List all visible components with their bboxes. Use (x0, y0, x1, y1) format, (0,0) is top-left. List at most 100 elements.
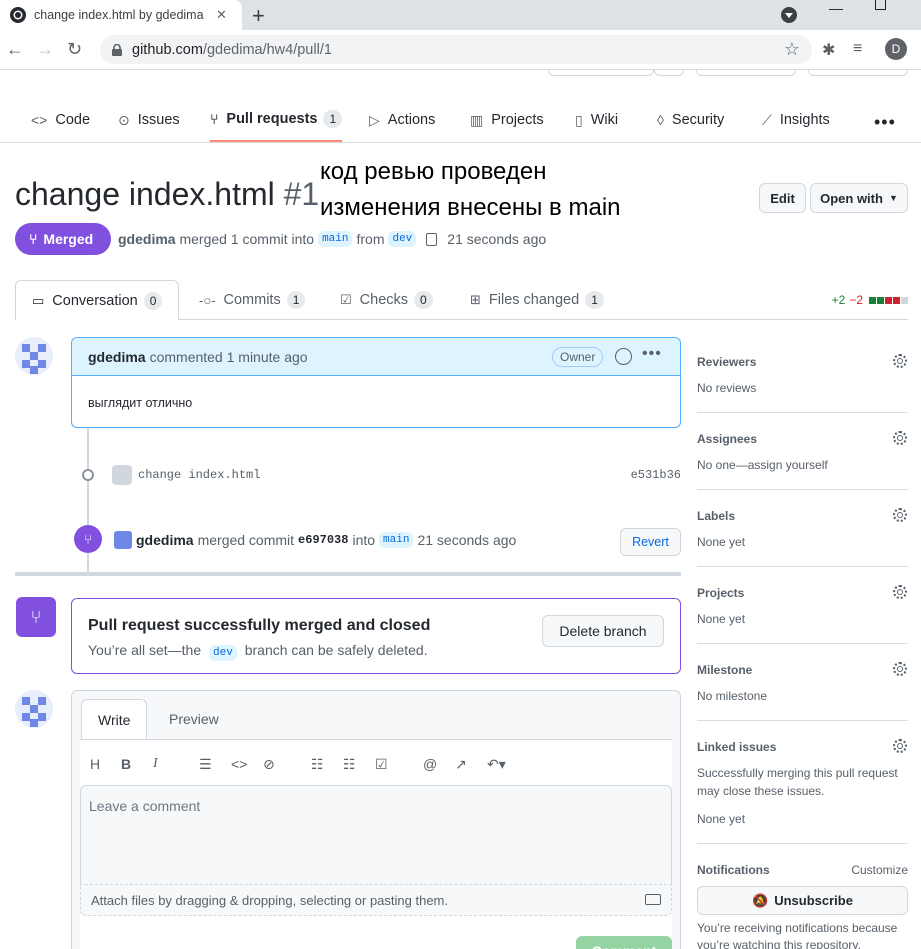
annotation-line-2: изменения внесены в main (320, 194, 621, 221)
minimize-window-icon[interactable]: — (829, 0, 843, 16)
gear-icon[interactable] (893, 354, 907, 368)
merge-target-branch[interactable]: main (379, 532, 414, 548)
extensions-icon[interactable]: ✱ (822, 40, 835, 60)
avatar[interactable] (15, 337, 53, 375)
base-branch[interactable]: main (318, 231, 353, 247)
gear-icon[interactable] (893, 508, 907, 522)
nav-pull-requests[interactable]: ⑂ Pull requests 1 (210, 98, 343, 142)
tab-commits[interactable]: -○- Commits 1 (199, 280, 306, 320)
sidebar-projects-title[interactable]: Projects (697, 586, 744, 600)
customize-link[interactable]: Customize (851, 863, 908, 877)
forward-arrow-icon[interactable]: → (36, 39, 54, 60)
gear-icon[interactable] (893, 739, 907, 753)
code-icon[interactable]: <> (231, 756, 247, 772)
smiley-icon[interactable] (615, 348, 632, 365)
merge-author[interactable]: gdedima (136, 532, 194, 548)
merge-icon: ⑂ (29, 231, 38, 247)
head-branch[interactable]: dev (388, 231, 417, 247)
browser-tab[interactable]: change index.html by gdedima · ✕ (0, 0, 242, 30)
gear-icon[interactable] (893, 585, 907, 599)
nav-code[interactable]: <> Code (31, 98, 90, 142)
new-tab-icon[interactable]: + (252, 3, 265, 29)
nav-actions[interactable]: ▷ Actions (369, 98, 435, 142)
fork-button[interactable] (696, 70, 796, 76)
attach-files-area[interactable]: Attach files by dragging & dropping, sel… (80, 884, 672, 916)
unordered-list-icon[interactable]: ☷ (311, 756, 324, 773)
pr-title-text: change index.html (15, 176, 275, 212)
comment-textarea[interactable]: Leave a comment (80, 785, 672, 885)
sidebar-linked-desc-2: may close these issues. (697, 784, 825, 798)
browser-tab-title: change index.html by gdedima · (34, 8, 206, 22)
comment-submit-button[interactable]: Comment (576, 936, 672, 949)
sidebar-reviewers-title[interactable]: Reviewers (697, 355, 756, 369)
back-arrow-icon[interactable]: ← (6, 39, 24, 60)
revert-button[interactable]: Revert (620, 528, 681, 556)
nav-security[interactable]: ◊ Security (657, 98, 724, 142)
merge-time[interactable]: 21 seconds ago (417, 532, 516, 548)
tab-write[interactable]: Write (81, 699, 148, 740)
sidebar-assignees-title[interactable]: Assignees (697, 432, 757, 446)
comment-author[interactable]: gdedima (88, 349, 146, 365)
bookmark-star-icon[interactable]: ☆ (784, 39, 800, 60)
mention-icon[interactable]: @ (423, 756, 437, 772)
kebab-horizontal-icon[interactable]: ••• (642, 345, 662, 363)
merged-description: You’re all set—the dev branch can be saf… (88, 642, 428, 661)
avatar[interactable] (15, 690, 53, 728)
tab-preview[interactable]: Preview (153, 699, 235, 739)
unsubscribe-button[interactable]: 🔕 Unsubscribe (697, 886, 908, 915)
nav-projects[interactable]: ▥ Projects (470, 98, 544, 142)
sidebar-labels-title[interactable]: Labels (697, 509, 735, 523)
sidebar-linked-issues: Linked issues Successfully merging this … (697, 739, 908, 844)
gear-icon[interactable] (893, 662, 907, 676)
nav-insights[interactable]: ⟋ Insights (762, 98, 830, 142)
profile-avatar[interactable]: D (885, 38, 907, 60)
copy-icon[interactable] (426, 232, 438, 246)
open-with-button[interactable]: Open with ▼ (810, 183, 908, 213)
unsubscribe-label: Unsubscribe (774, 893, 853, 908)
browser-tab-strip: change index.html by gdedima · ✕ + — (0, 0, 921, 30)
comment-editor: Write Preview H B I ☰ <> ⊘ ☷ ☷ ☑ @ ↗ ↶▾ … (71, 690, 681, 949)
heading-icon[interactable]: H (90, 756, 100, 772)
tab-search-icon[interactable] (781, 7, 797, 23)
star-button[interactable] (808, 70, 908, 76)
commit-message-link[interactable]: change index.html (138, 468, 260, 482)
comment-timestamp[interactable]: commented 1 minute ago (150, 349, 308, 365)
merge-commit-sha[interactable]: e697038 (298, 533, 348, 547)
watch-count[interactable] (654, 70, 684, 76)
quote-icon[interactable]: ☰ (199, 756, 212, 773)
commit-sha-link[interactable]: e531b36 (631, 468, 681, 482)
maximize-window-icon[interactable] (875, 0, 886, 10)
edit-button[interactable]: Edit (759, 183, 806, 213)
task-list-icon[interactable]: ☑ (375, 756, 388, 773)
watch-button[interactable] (548, 70, 654, 76)
gear-icon[interactable] (893, 431, 907, 445)
commit-author-avatar[interactable] (112, 465, 132, 485)
reply-icon[interactable]: ↶▾ (487, 756, 506, 773)
sidebar-linked-title[interactable]: Linked issues (697, 740, 776, 754)
tab-conversation[interactable]: ▭ Conversation 0 (15, 280, 180, 321)
ordered-list-icon[interactable]: ☷ (343, 756, 356, 773)
status-badge-label: Merged (43, 231, 94, 247)
tab-checks[interactable]: ☑ Checks 0 (340, 280, 433, 320)
lock-icon (112, 43, 122, 56)
nav-issues[interactable]: ⊙ Issues (118, 98, 180, 142)
tab-files-changed[interactable]: ⊞ Files changed 1 (470, 280, 604, 320)
cross-reference-icon[interactable]: ↗ (455, 756, 467, 773)
close-tab-icon[interactable]: ✕ (216, 7, 227, 23)
sidebar-linked-value: None yet (697, 812, 746, 826)
sidebar-milestone-title[interactable]: Milestone (697, 663, 752, 677)
pr-merged-text: merged 1 commit into (179, 231, 315, 247)
reading-list-icon[interactable]: ≡ (853, 40, 862, 58)
italic-icon[interactable]: I (153, 756, 158, 772)
nav-wiki[interactable]: ▯ Wiki (575, 98, 618, 142)
pr-author-link[interactable]: gdedima (118, 231, 176, 247)
reload-icon[interactable]: ↻ (67, 39, 82, 60)
link-icon[interactable]: ⊘ (263, 756, 275, 773)
sidebar-assignees-value[interactable]: No one—assign yourself (697, 458, 828, 472)
avatar[interactable] (114, 531, 132, 549)
address-bar[interactable]: github.com/gdedima/hw4/pull/1 ☆ (100, 35, 812, 64)
bold-icon[interactable]: B (121, 756, 131, 772)
nav-pull-requests-count: 1 (323, 110, 343, 128)
delete-branch-button[interactable]: Delete branch (542, 615, 664, 647)
more-icon[interactable]: ••• (874, 112, 896, 133)
